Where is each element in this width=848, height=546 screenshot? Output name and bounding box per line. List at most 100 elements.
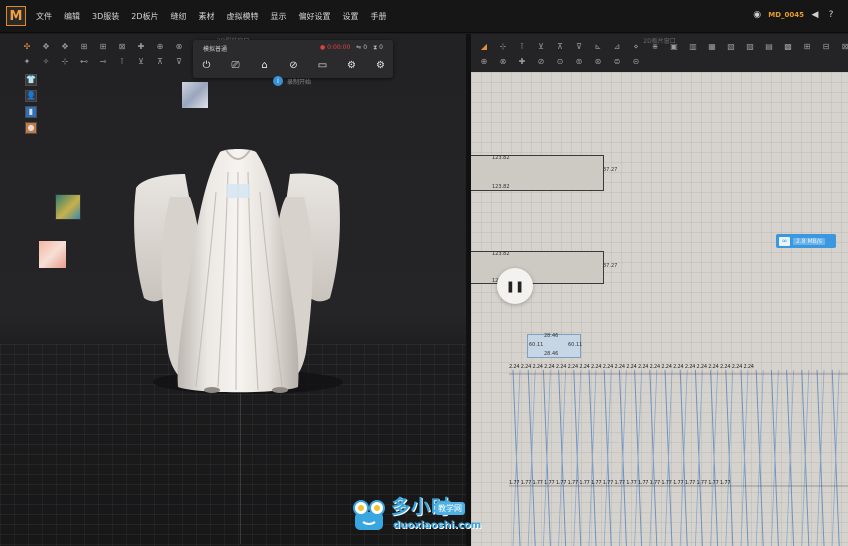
tool-2d-icon[interactable]: ▥ (688, 42, 698, 52)
tool-3d-icon[interactable]: ✧ (41, 57, 51, 67)
fabric-thumbnail-1[interactable] (182, 82, 208, 108)
menu-item[interactable]: 显示 (269, 9, 289, 24)
garment-icon[interactable]: 👕 (25, 74, 37, 86)
tool-2d-icon[interactable]: ⊾ (593, 42, 603, 52)
recording-hint: i 录制开始 (273, 76, 311, 86)
tool-3d-icon[interactable]: ⊽ (174, 57, 184, 67)
watermark-url: duoxiaoshi.com (393, 520, 482, 531)
tool-3d-icon[interactable]: ⊻ (136, 57, 146, 67)
simulation-buttons: ⏻ ⎚ ⌂ ⊘ ▭ ⚙ ⚙ (199, 58, 388, 73)
tool-2d-icon[interactable]: ⊞ (802, 42, 812, 52)
menu-item[interactable]: 设置 (341, 9, 361, 24)
tool-3d-icon[interactable]: ✣ (22, 42, 32, 52)
menu-item[interactable]: 虚拟模特 (225, 9, 261, 24)
garment-3d-render[interactable] (130, 112, 345, 402)
fabric-thumbnail-3[interactable] (39, 241, 66, 268)
tool-3d-icon[interactable]: ⊕ (155, 42, 165, 52)
tool-2d-icon[interactable]: ⊟ (821, 42, 831, 52)
fabric-icon[interactable]: ▮ (25, 106, 37, 118)
tool-2d-icon[interactable]: ⊿ (612, 42, 622, 52)
dim-label: 123.82 (492, 251, 510, 257)
fabric-thumbnail-2[interactable] (55, 194, 81, 220)
gift-icon[interactable]: ⌂ (257, 58, 272, 73)
user-icon[interactable]: ◉ (752, 10, 762, 20)
tool-2d-icon[interactable]: ⊼ (555, 42, 565, 52)
tool-2d-icon[interactable]: ⊺ (517, 42, 527, 52)
pattern-piece-1[interactable]: 123.82 123.82 37.27 (471, 155, 617, 191)
tool-2d-icon[interactable]: ⊻ (536, 42, 546, 52)
simulation-panel: 模拟普通 ● 0:00:00 ⇋ 0 ⧗ 0 ⏻ ⎚ ⌂ ⊘ ▭ ⚙ ⚙ (193, 40, 393, 78)
menu-item[interactable]: 2D板片 (129, 9, 160, 24)
tool-2d-icon[interactable]: ⊹ (498, 42, 508, 52)
monitor-icon[interactable]: ⎚ (228, 58, 243, 73)
sim-status-user[interactable]: ⧗ 0 (373, 44, 383, 52)
menu-item[interactable]: 编辑 (62, 9, 82, 24)
pleat-stripes[interactable] (509, 368, 848, 546)
tool-3d-icon[interactable]: ⊸ (98, 57, 108, 67)
menu-item[interactable]: 偏好设置 (297, 9, 333, 24)
tool-3d-icon[interactable]: ⊼ (155, 57, 165, 67)
tool-2d-icon[interactable]: ⊝ (631, 57, 641, 67)
tool-2d-icon[interactable]: ⊠ (840, 42, 848, 52)
dim-label: 123.82 (492, 155, 510, 161)
power-icon[interactable]: ⏻ (199, 58, 214, 73)
camera-icon[interactable]: ▭ (315, 58, 330, 73)
tool-2d-icon[interactable]: ✚ (517, 57, 527, 67)
avatar-icon[interactable]: 👤 (25, 90, 37, 102)
tool-3d-icon[interactable]: ✚ (136, 42, 146, 52)
tool-2d-icon[interactable]: ▣ (669, 42, 679, 52)
pattern-piece-small[interactable]: 28.46 28.46 60.11 60.11 (527, 333, 583, 358)
tool-2d-icon[interactable]: ⋄ (631, 42, 641, 52)
tool-3d-icon[interactable]: ✥ (41, 42, 51, 52)
tool-3d-icon[interactable]: ✥ (60, 42, 70, 52)
menu-item[interactable]: 素材 (197, 9, 217, 24)
tool-2d-icon[interactable]: ⊕ (479, 57, 489, 67)
tool-3d-icon[interactable]: ⊺ (117, 57, 127, 67)
recording-hint-text: 录制开始 (287, 78, 312, 86)
skin-icon[interactable]: ● (25, 122, 37, 134)
menu-item[interactable]: 手册 (369, 9, 389, 24)
wrench-icon[interactable]: ⚙ (344, 58, 359, 73)
tool-3d-icon[interactable]: ⊠ (117, 42, 127, 52)
volume-icon[interactable]: ◀ (810, 10, 820, 20)
tool-2d-icon[interactable]: ⋇ (650, 42, 660, 52)
tool-2d-icon[interactable]: ▨ (745, 42, 755, 52)
user-name[interactable]: MD_0045 (768, 11, 804, 19)
tool-3d-icon[interactable]: ⊞ (98, 42, 108, 52)
app-logo: M (6, 6, 26, 26)
help-icon[interactable]: ? (826, 10, 836, 20)
tool-2d-icon[interactable]: ⊚ (574, 57, 584, 67)
tool-2d-icon[interactable]: ▦ (707, 42, 717, 52)
tool-2d-icon[interactable]: ▩ (783, 42, 793, 52)
tool-2d-icon[interactable]: ◢ (479, 42, 489, 52)
pause-button[interactable]: ❚❚ (497, 268, 533, 304)
pattern-piece-2[interactable]: 123.82 123.82 37.27 (471, 251, 617, 284)
tool-2d-icon[interactable]: ⊙ (555, 57, 565, 67)
tool-3d-icon[interactable]: ⊹ (60, 57, 70, 67)
menu-item[interactable]: 3D服装 (90, 9, 121, 24)
tool-2d-icon[interactable]: ⊽ (574, 42, 584, 52)
toolbar-2d: 2D板片窗口 ◢⊹⊺⊻⊼⊽⊾⊿⋄⋇▣▥▦▧▨▤▩⊞⊟⊠⋮ ⊕⊗✚⊘⊙⊚⊛⊜⊝ (471, 34, 848, 72)
toolbar-2d-row1: ◢⊹⊺⊻⊼⊽⊾⊿⋄⋇▣▥▦▧▨▤▩⊞⊟⊠⋮ (479, 40, 848, 54)
tool-3d-icon[interactable]: ✦ (22, 57, 32, 67)
tool-2d-icon[interactable]: ⊘ (536, 57, 546, 67)
tool-2d-icon[interactable]: ⊜ (612, 57, 622, 67)
pin-off-icon[interactable]: ⊘ (286, 58, 301, 73)
dim-label: 60.11 (568, 342, 583, 348)
network-speed-text: 2.8 MB/s (793, 237, 825, 245)
dim-label: 37.27 (603, 167, 618, 173)
settings-icon[interactable]: ⚙ (373, 58, 388, 73)
info-icon: i (273, 76, 283, 86)
dim-label: 37.27 (603, 263, 618, 269)
tool-2d-icon[interactable]: ⊗ (498, 57, 508, 67)
sim-status-share[interactable]: ⇋ 0 (356, 44, 367, 52)
tool-2d-icon[interactable]: ▤ (764, 42, 774, 52)
pattern-canvas[interactable]: 123.82 123.82 37.27 123.82 123.82 37.27 … (471, 72, 848, 546)
tool-2d-icon[interactable]: ▧ (726, 42, 736, 52)
tool-3d-icon[interactable]: ⊗ (174, 42, 184, 52)
tool-3d-icon[interactable]: ⊷ (79, 57, 89, 67)
menu-item[interactable]: 文件 (34, 9, 54, 24)
tool-2d-icon[interactable]: ⊛ (593, 57, 603, 67)
tool-3d-icon[interactable]: ⊞ (79, 42, 89, 52)
menu-item[interactable]: 缝纫 (169, 9, 189, 24)
